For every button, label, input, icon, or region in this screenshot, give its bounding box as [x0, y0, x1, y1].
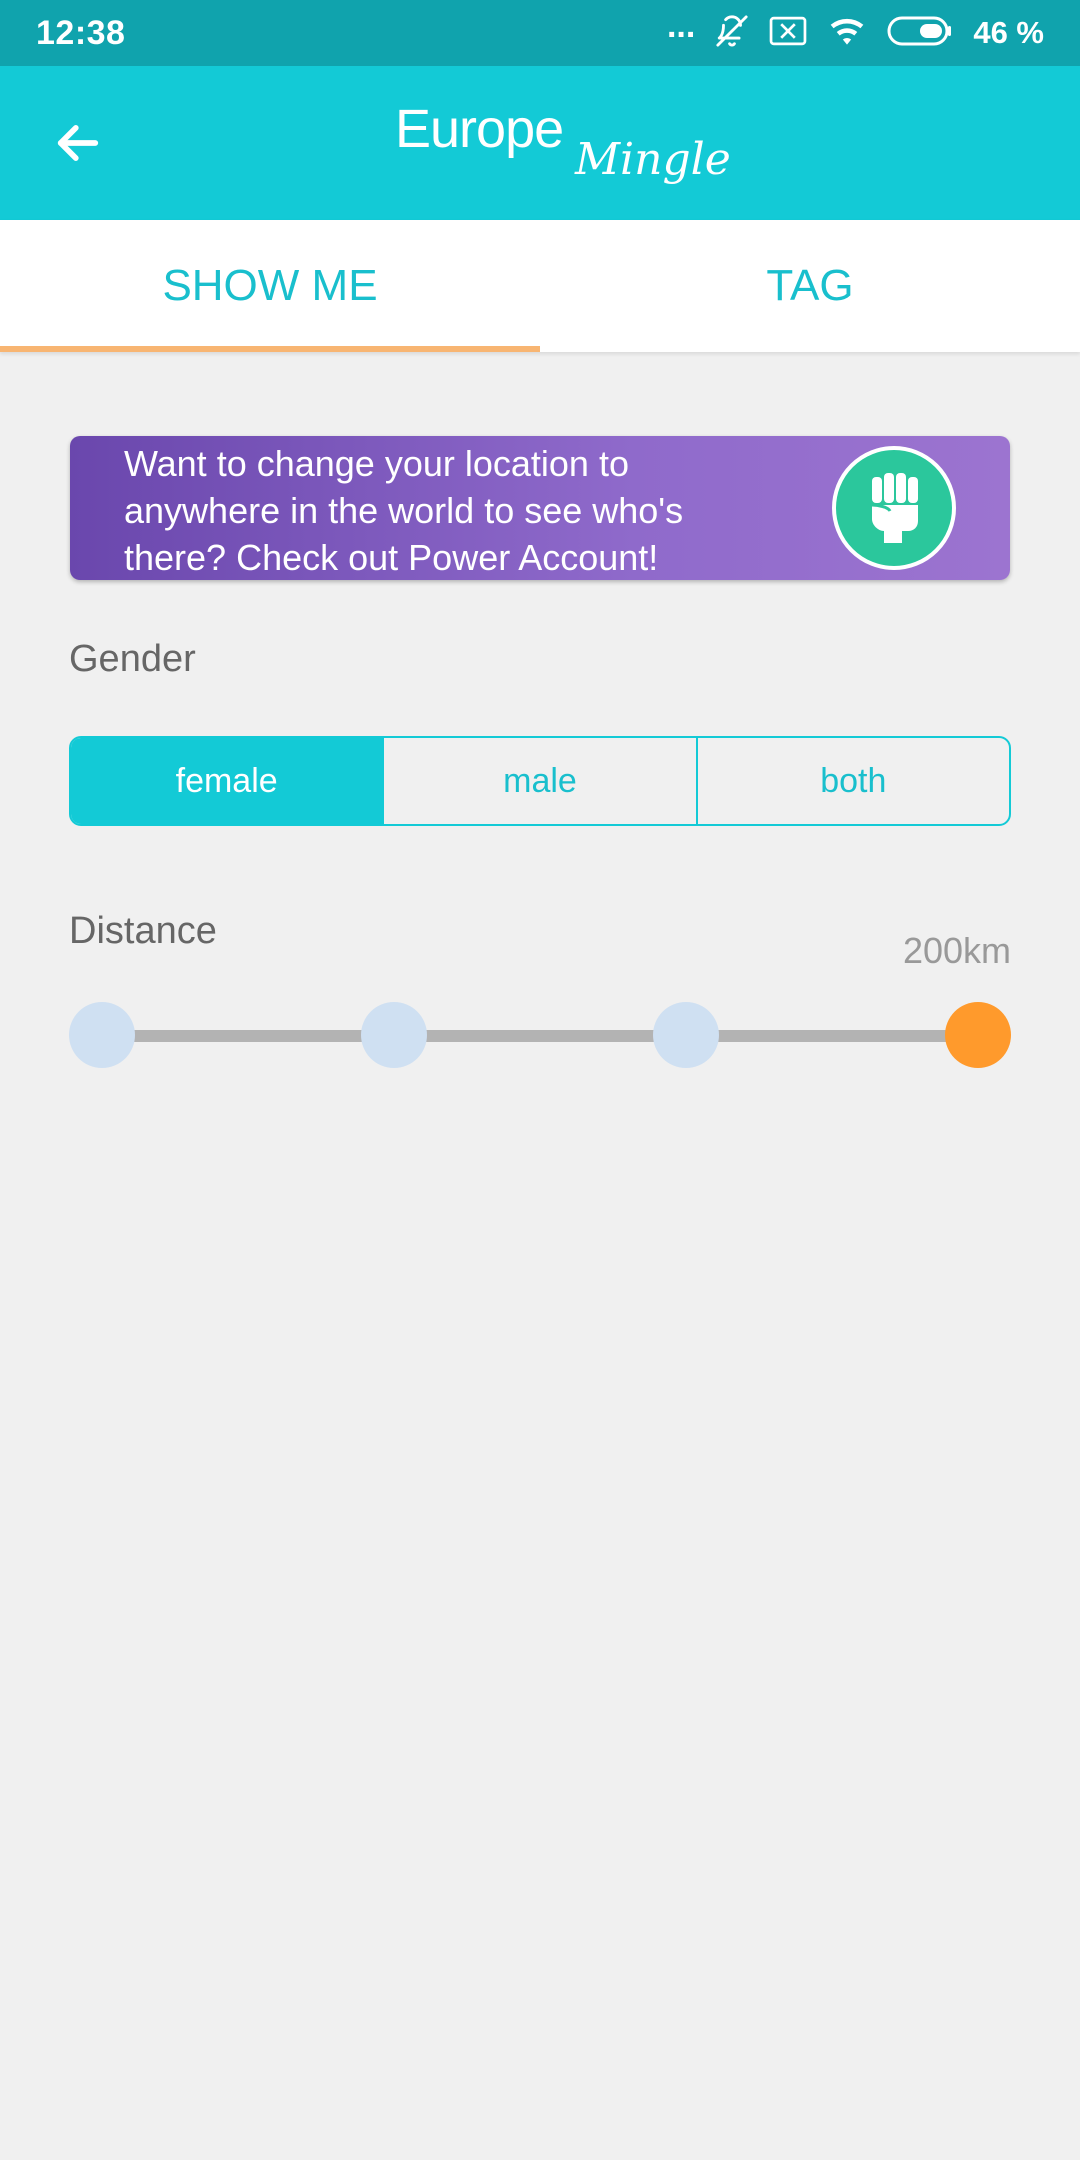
- logo-europe-text: Europe: [395, 99, 564, 159]
- slider-stop-3[interactable]: [653, 1002, 719, 1068]
- screen: 12:38 ... 46 % Europe Mingle SHOW ME TAG…: [0, 0, 1080, 2160]
- europe-mingle-logo: Europe Mingle: [395, 96, 731, 196]
- back-button[interactable]: [40, 110, 116, 176]
- promo-text: Want to change your location to anywhere…: [124, 443, 684, 578]
- tab-bar: SHOW ME TAG: [0, 220, 1080, 352]
- distance-slider[interactable]: [69, 1002, 1011, 1068]
- x-box-icon: [769, 16, 807, 51]
- battery-percent: 46 %: [973, 15, 1044, 50]
- tab-tag[interactable]: TAG: [540, 220, 1080, 352]
- gender-option-both[interactable]: both: [695, 738, 1009, 824]
- gender-option-male[interactable]: male: [382, 738, 695, 824]
- gender-selector: female male both: [69, 736, 1011, 826]
- bell-off-icon: [715, 14, 749, 53]
- notification-dots: ...: [666, 7, 696, 45]
- fist-icon: [871, 473, 918, 543]
- app-bar: Europe Mingle: [0, 66, 1080, 220]
- tab-show-me[interactable]: SHOW ME: [0, 220, 540, 352]
- wifi-icon: [827, 15, 867, 52]
- slider-stop-2[interactable]: [361, 1002, 427, 1068]
- slider-track: [102, 1030, 978, 1042]
- status-time: 12:38: [36, 13, 126, 52]
- gender-label: Gender: [69, 638, 196, 680]
- status-icons: ... 46 %: [667, 9, 1044, 53]
- arrow-left-icon: [57, 125, 99, 161]
- battery-icon: [887, 15, 953, 52]
- logo-mingle-text: Mingle: [575, 134, 731, 185]
- slider-stop-4[interactable]: [945, 1002, 1011, 1068]
- power-account-banner[interactable]: Want to change your location to anywhere…: [70, 436, 1010, 580]
- promo-badge: [832, 446, 956, 570]
- distance-value: 200km: [902, 930, 1011, 971]
- gender-option-female[interactable]: female: [71, 738, 383, 824]
- slider-stop-1[interactable]: [69, 1002, 135, 1068]
- distance-label: Distance: [69, 910, 217, 952]
- status-bar: 12:38 ... 46 %: [0, 0, 1080, 66]
